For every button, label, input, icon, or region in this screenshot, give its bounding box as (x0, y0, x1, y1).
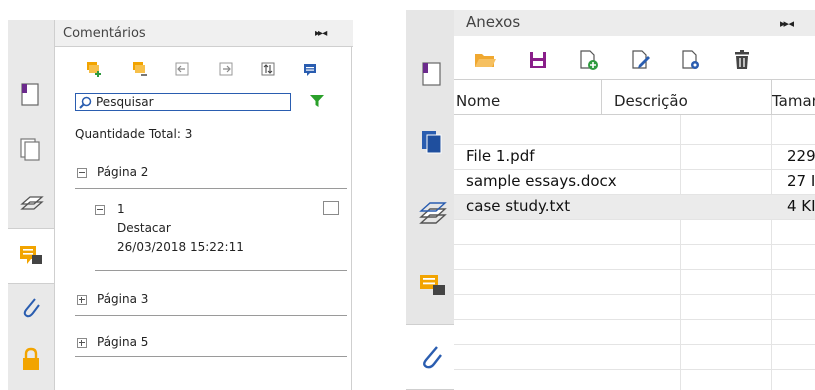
item-expander[interactable] (95, 205, 105, 215)
group-label-pagina-2: Página 2 (97, 165, 149, 179)
layers-icon[interactable] (418, 200, 448, 230)
comment-date: 26/03/2018 15:22:11 (117, 240, 244, 254)
file-name: case study.txt (466, 197, 571, 215)
group-expander-pagina-3[interactable] (77, 295, 87, 305)
page-thumbnail-icon[interactable] (418, 60, 446, 88)
file-name: File 1.pdf (466, 147, 535, 165)
row-line (454, 294, 815, 295)
file-settings-icon[interactable] (680, 49, 702, 71)
search-placeholder: Pesquisar (96, 95, 154, 109)
attachments-header: Anexos ▸▸ ◂ (454, 10, 815, 36)
table-row[interactable]: sample essays.docx 27 I (454, 169, 815, 194)
comments-tab-active[interactable] (8, 228, 56, 284)
comments-icon (20, 246, 42, 264)
comments-icon[interactable] (418, 272, 448, 302)
item-separator (95, 270, 347, 271)
collapse-all-icon[interactable] (131, 60, 149, 78)
table-row[interactable]: File 1.pdf 229 (454, 144, 815, 169)
attachments-table: Nome Descrição Taman File 1.pdf 229 samp… (454, 80, 815, 390)
attachment-icon[interactable] (18, 294, 44, 320)
group-label-pagina-3: Página 3 (97, 292, 149, 306)
file-size: 27 I (787, 172, 815, 190)
right-sidebar (406, 10, 456, 390)
comment-icon[interactable] (301, 60, 319, 78)
lock-icon[interactable] (18, 346, 44, 372)
attachment-icon (423, 346, 442, 369)
group-expander-pagina-5[interactable] (77, 338, 87, 348)
save-icon[interactable] (528, 50, 548, 70)
table-row[interactable]: case study.txt 4 KI (454, 194, 815, 219)
comments-panel: Comentários ▸▸ ◂ Pesquisar Quantidade To… (8, 20, 353, 390)
delete-icon[interactable] (732, 49, 752, 71)
page-thumbnail-icon[interactable] (18, 82, 44, 108)
column-header-name[interactable]: Nome (456, 92, 500, 110)
panel-header-controls[interactable]: ▸▸ ◂ (780, 17, 794, 30)
import-icon[interactable] (173, 60, 191, 78)
layers-icon[interactable] (18, 188, 44, 214)
pages-icon[interactable] (18, 136, 44, 162)
group-label-pagina-5: Página 5 (97, 335, 149, 349)
edit-file-icon[interactable] (630, 49, 652, 71)
row-line (454, 244, 815, 245)
group-separator (75, 315, 347, 316)
open-folder-icon[interactable] (474, 50, 496, 70)
attachments-toolbar (454, 36, 815, 80)
comment-number: 1 (117, 202, 125, 216)
column-header-size[interactable]: Taman (772, 92, 815, 110)
row-line (454, 219, 815, 220)
attachments-title: Anexos (466, 13, 521, 31)
column-header-description[interactable]: Descrição (614, 92, 688, 110)
add-file-icon[interactable] (578, 49, 600, 71)
pages-icon[interactable] (418, 128, 446, 156)
attachments-panel: Anexos ▸▸ ◂ Nome Descrição Tama File 1.p… (406, 10, 815, 390)
group-separator (75, 188, 347, 189)
search-icon (79, 96, 92, 109)
header-separator (454, 114, 815, 115)
comment-checkbox[interactable] (323, 201, 339, 215)
comment-type: Destacar (117, 221, 171, 235)
comments-content: Comentários ▸▸ ◂ Pesquisar Quantidade To… (54, 20, 353, 390)
comments-header: Comentários ▸▸ ◂ (55, 20, 353, 47)
file-size: 4 KI (787, 197, 815, 215)
file-size: 229 (787, 147, 815, 165)
row-line (454, 344, 815, 345)
row-line (454, 269, 815, 270)
file-name: sample essays.docx (466, 172, 617, 190)
total-count: Quantidade Total: 3 (75, 127, 193, 141)
comments-title: Comentários (63, 26, 146, 41)
row-line (454, 319, 815, 320)
filter-icon[interactable] (309, 93, 325, 109)
column-divider[interactable] (601, 80, 602, 114)
attachments-tab-active[interactable] (406, 324, 456, 390)
export-icon[interactable] (217, 60, 235, 78)
panel-header-controls[interactable]: ▸▸ ◂ (315, 28, 327, 39)
row-line (454, 369, 815, 370)
group-separator (75, 356, 347, 357)
sort-icon[interactable] (259, 60, 277, 78)
group-expander-pagina-2[interactable] (77, 168, 87, 178)
expand-all-icon[interactable] (85, 60, 103, 78)
left-sidebar (8, 20, 56, 390)
comments-search-input[interactable]: Pesquisar (75, 93, 291, 111)
